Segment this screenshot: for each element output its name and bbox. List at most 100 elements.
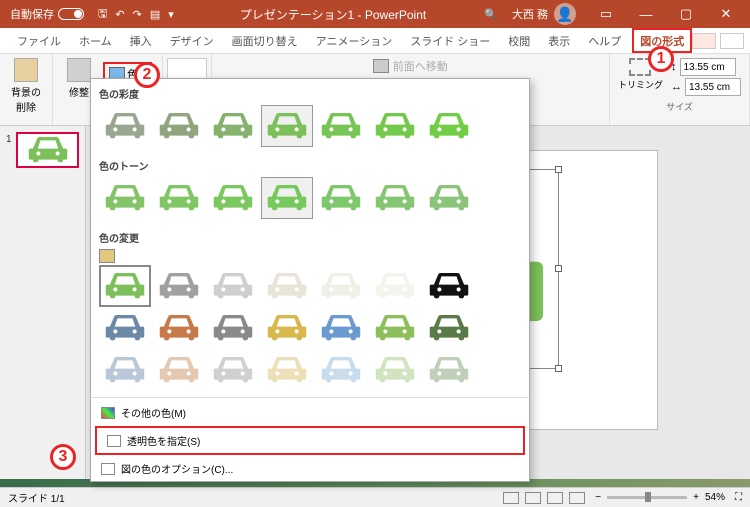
color-option[interactable] bbox=[207, 349, 259, 391]
color-option[interactable] bbox=[423, 105, 475, 147]
picture-color-options-item[interactable]: 図の色のオプション(C)... bbox=[91, 456, 529, 481]
maximize-icon[interactable]: ▢ bbox=[666, 0, 706, 28]
minimize-icon[interactable]: — bbox=[626, 0, 666, 28]
slide-thumbnail[interactable]: 1 bbox=[16, 132, 79, 168]
color-option[interactable] bbox=[261, 349, 313, 391]
tab-insert[interactable]: 挿入 bbox=[121, 28, 161, 53]
normal-view-icon[interactable] bbox=[503, 492, 519, 504]
height-input[interactable]: 13.55 cm bbox=[680, 58, 736, 76]
color-option[interactable] bbox=[153, 307, 205, 349]
tab-file[interactable]: ファイル bbox=[8, 28, 70, 53]
color-option[interactable] bbox=[369, 105, 421, 147]
color-option[interactable] bbox=[315, 307, 367, 349]
qat-more-icon[interactable]: ▾ bbox=[168, 8, 174, 21]
zoom-percent[interactable]: 54% bbox=[705, 492, 725, 503]
color-option[interactable] bbox=[99, 177, 151, 219]
resize-handle[interactable] bbox=[555, 166, 562, 173]
color-option[interactable] bbox=[369, 307, 421, 349]
more-colors-label: その他の色(M) bbox=[121, 405, 186, 420]
color-option[interactable] bbox=[207, 307, 259, 349]
fit-window-icon[interactable]: ⛶ bbox=[735, 492, 742, 503]
quick-access-toolbar: 🖫 ↶ ↷ ▤ ▾ bbox=[90, 5, 182, 24]
set-transparent-label: 透明色を指定(S) bbox=[127, 433, 200, 448]
color-option[interactable] bbox=[315, 349, 367, 391]
annotation-1: 1 bbox=[648, 46, 674, 72]
color-option[interactable] bbox=[99, 105, 151, 147]
color-option[interactable] bbox=[99, 307, 151, 349]
avatar-icon: 👤 bbox=[554, 3, 576, 25]
close-icon[interactable]: ✕ bbox=[706, 0, 746, 28]
tab-view[interactable]: 表示 bbox=[539, 28, 579, 53]
zoom-slider[interactable] bbox=[607, 496, 687, 499]
recolor-thumb-icon bbox=[99, 249, 115, 263]
corrections-icon bbox=[67, 58, 91, 82]
ribbon-display-icon[interactable]: ▭ bbox=[586, 0, 626, 28]
color-option[interactable] bbox=[153, 105, 205, 147]
color-option[interactable] bbox=[423, 265, 475, 307]
remove-background-button[interactable]: 背景の 削除 bbox=[8, 58, 44, 114]
color-option[interactable] bbox=[99, 265, 151, 307]
color-option[interactable] bbox=[423, 349, 475, 391]
color-option[interactable] bbox=[261, 177, 313, 219]
color-option[interactable] bbox=[423, 177, 475, 219]
color-option[interactable] bbox=[153, 349, 205, 391]
resize-handle[interactable] bbox=[555, 365, 562, 372]
color-option[interactable] bbox=[369, 349, 421, 391]
zoom-in-icon[interactable]: + bbox=[693, 492, 699, 503]
tab-transitions[interactable]: 画面切り替え bbox=[223, 28, 307, 53]
color-option[interactable] bbox=[207, 105, 259, 147]
reading-view-icon[interactable] bbox=[547, 492, 563, 504]
width-icon: ↔ bbox=[671, 81, 682, 93]
crop-label: トリミング bbox=[618, 78, 663, 91]
undo-icon[interactable]: ↶ bbox=[115, 8, 124, 21]
color-option[interactable] bbox=[261, 307, 313, 349]
share-button[interactable] bbox=[692, 33, 716, 49]
set-transparent-color-item[interactable]: 透明色を指定(S) bbox=[95, 426, 525, 455]
color-option[interactable] bbox=[153, 177, 205, 219]
status-bar: スライド 1/1 − + 54% ⛶ bbox=[0, 487, 750, 507]
color-option[interactable] bbox=[261, 265, 313, 307]
tab-help[interactable]: ヘルプ bbox=[579, 28, 630, 53]
color-option[interactable] bbox=[315, 265, 367, 307]
save-icon[interactable]: 🖫 bbox=[98, 5, 107, 24]
color-option[interactable] bbox=[153, 265, 205, 307]
slide-counter[interactable]: スライド 1/1 bbox=[8, 490, 65, 505]
tab-animations[interactable]: アニメーション bbox=[307, 28, 402, 53]
eyedropper-icon bbox=[107, 435, 121, 447]
tab-review[interactable]: 校閲 bbox=[499, 28, 539, 53]
title-bar: 自動保存 🖫 ↶ ↷ ▤ ▾ プレゼンテーション1 - PowerPoint 🔍… bbox=[0, 0, 750, 28]
recolor-section-title: 色の変更 bbox=[99, 227, 521, 249]
sorter-view-icon[interactable] bbox=[525, 492, 541, 504]
start-slideshow-icon[interactable]: ▤ bbox=[150, 8, 160, 21]
toggle-off-icon[interactable] bbox=[58, 8, 84, 20]
comments-button[interactable] bbox=[720, 33, 744, 49]
color-option[interactable] bbox=[423, 307, 475, 349]
tab-slideshow[interactable]: スライド ショー bbox=[401, 28, 499, 53]
tab-home[interactable]: ホーム bbox=[70, 28, 121, 53]
options-icon bbox=[101, 463, 115, 475]
color-option[interactable] bbox=[315, 105, 367, 147]
autosave-toggle[interactable]: 自動保存 bbox=[4, 6, 90, 22]
more-colors-item[interactable]: その他の色(M) bbox=[91, 400, 529, 425]
color-option[interactable] bbox=[261, 105, 313, 147]
account-control[interactable]: 大西 務 👤 bbox=[512, 3, 576, 25]
bring-forward-icon[interactable] bbox=[373, 59, 389, 73]
resize-handle[interactable] bbox=[555, 265, 562, 272]
autosave-label: 自動保存 bbox=[10, 6, 54, 22]
color-option[interactable] bbox=[369, 177, 421, 219]
zoom-out-icon[interactable]: − bbox=[595, 492, 601, 503]
corrections-label: 修整 bbox=[69, 84, 89, 99]
slideshow-view-icon[interactable] bbox=[569, 492, 585, 504]
color-option[interactable] bbox=[315, 177, 367, 219]
color-option[interactable] bbox=[99, 349, 151, 391]
saturation-section-title: 色の彩度 bbox=[99, 83, 521, 105]
width-input[interactable]: 13.55 cm bbox=[685, 78, 741, 96]
bring-forward-label: 前面へ移動 bbox=[393, 58, 448, 74]
color-option[interactable] bbox=[207, 177, 259, 219]
color-option[interactable] bbox=[207, 265, 259, 307]
tab-design[interactable]: デザイン bbox=[161, 28, 223, 53]
color-option[interactable] bbox=[369, 265, 421, 307]
search-icon[interactable]: 🔍 bbox=[484, 8, 498, 21]
redo-icon[interactable]: ↷ bbox=[133, 8, 142, 21]
size-group-label: サイズ bbox=[666, 100, 693, 113]
